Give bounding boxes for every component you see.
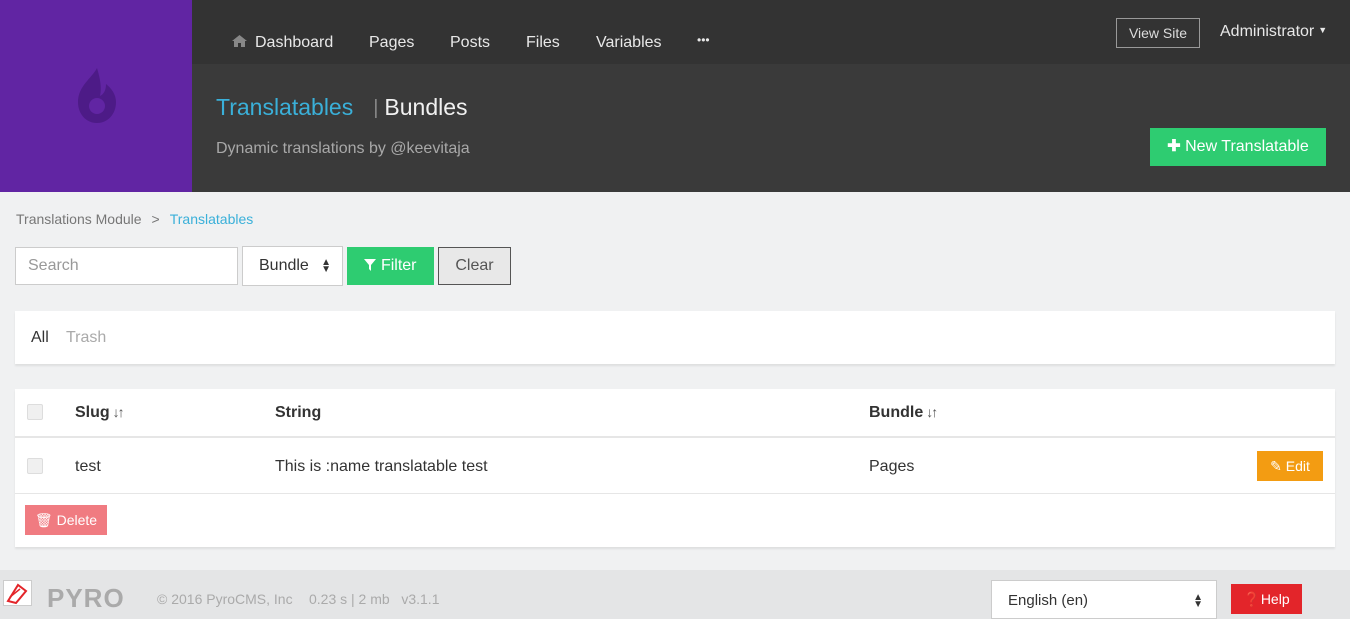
home-icon [232, 34, 247, 52]
user-menu[interactable]: Administrator ▼ [1220, 23, 1327, 41]
edit-button[interactable]: ✎ Edit [1257, 451, 1323, 481]
tab-trash[interactable]: Trash [66, 329, 106, 347]
nav-item-files[interactable]: Files [526, 34, 560, 52]
column-header-slug[interactable]: Slug ↓↑ [75, 404, 125, 422]
view-site-button[interactable]: View Site [1116, 18, 1200, 48]
delete-button[interactable]: 🗑 Delete [25, 505, 107, 535]
select-all-checkbox[interactable] [27, 404, 43, 420]
performance-stats: 0.23 s | 2 mb v3.1.1 [309, 591, 440, 607]
select-value: Bundle [259, 257, 309, 274]
flame-logo-icon [78, 68, 116, 123]
select-value: English (en) [1008, 592, 1089, 609]
user-name: Administrator [1220, 23, 1315, 40]
new-translatable-button[interactable]: ✚ New Translatable [1150, 128, 1326, 166]
button-label: Edit [1285, 458, 1310, 474]
pencil-icon: ✎ [1270, 458, 1282, 474]
nav-more-button[interactable]: ••• [697, 33, 710, 47]
bundle-select[interactable]: Bundle ▲ ▼ [242, 246, 343, 286]
row-checkbox[interactable] [27, 458, 43, 474]
button-label: Delete [56, 512, 98, 528]
page-title: Translatables | Bundles [216, 94, 468, 121]
plus-icon: ✚ [1167, 138, 1181, 155]
sort-icon: ↓↑ [926, 404, 938, 420]
nav-item-pages[interactable]: Pages [369, 34, 414, 52]
section-link-bundles[interactable]: Bundles [384, 94, 467, 120]
top-header: Dashboard Pages Posts Files Variables ••… [192, 0, 1350, 192]
nav-item-variables[interactable]: Variables [596, 34, 662, 52]
title-divider: | [373, 97, 379, 119]
tab-all[interactable]: All [31, 329, 49, 347]
column-header-bundle[interactable]: Bundle ↓↑ [869, 404, 938, 422]
footer: PYRO © 2016 PyroCMS, Inc 0.23 s | 2 mb v… [0, 570, 1350, 619]
cell-string: This is :name translatable test [275, 458, 488, 475]
laravel-icon[interactable] [3, 580, 32, 606]
main-nav: Dashboard Pages Posts Files Variables ••… [192, 0, 1350, 64]
sort-icon: ↓↑ [112, 404, 125, 420]
nav-label: Dashboard [255, 34, 334, 51]
nav-label: Files [526, 34, 560, 51]
select-arrows-icon: ▲ ▼ [321, 257, 331, 275]
column-label: Bundle [869, 404, 924, 421]
button-label: Help [1260, 591, 1290, 607]
breadcrumb-item-module[interactable]: Translations Module [16, 211, 142, 227]
breadcrumb-separator: > [151, 211, 160, 227]
pyro-logo[interactable]: PYRO [47, 583, 125, 614]
question-circle-icon: ❓ [1243, 591, 1261, 607]
page-subtitle: Dynamic translations by @keevitaja [216, 140, 470, 157]
nav-label: Posts [450, 34, 491, 51]
search-input[interactable] [15, 247, 238, 285]
brand-logo[interactable] [0, 0, 192, 192]
clear-button[interactable]: Clear [438, 247, 511, 285]
caret-down-icon: ▼ [1318, 25, 1328, 35]
breadcrumb: Translations Module > Translatables [16, 211, 253, 227]
column-header-string: String [275, 404, 322, 421]
view-tabs: All Trash [15, 311, 1335, 364]
table-header: Slug ↓↑ String Bundle ↓↑ [15, 389, 1335, 438]
nav-label: Variables [596, 34, 662, 51]
filter-icon [364, 259, 377, 271]
language-select[interactable]: English (en) ▲ ▼ [991, 580, 1217, 619]
trash-icon: 🗑 [34, 512, 53, 528]
section-link-translatables[interactable]: Translatables [216, 94, 353, 120]
table-row: test This is :name translatable test Pag… [15, 438, 1335, 494]
breadcrumb-item-translatables[interactable]: Translatables [170, 211, 254, 227]
cell-bundle: Pages [869, 458, 915, 475]
nav-label: Pages [369, 34, 415, 51]
nav-item-dashboard[interactable]: Dashboard [232, 34, 333, 52]
help-button[interactable]: ❓Help [1231, 584, 1302, 614]
button-label: Filter [380, 257, 417, 274]
nav-item-posts[interactable]: Posts [450, 34, 490, 52]
select-arrows-icon: ▲ ▼ [1193, 592, 1203, 610]
column-label: Slug [75, 404, 110, 421]
button-label: New Translatable [1185, 138, 1309, 155]
filter-button[interactable]: Filter [347, 247, 434, 285]
translatables-table: Slug ↓↑ String Bundle ↓↑ test This is :nam… [15, 389, 1335, 547]
cell-slug: test [75, 458, 101, 475]
copyright-text: © 2016 PyroCMS, Inc [157, 591, 293, 607]
more-icon: ••• [697, 33, 710, 47]
